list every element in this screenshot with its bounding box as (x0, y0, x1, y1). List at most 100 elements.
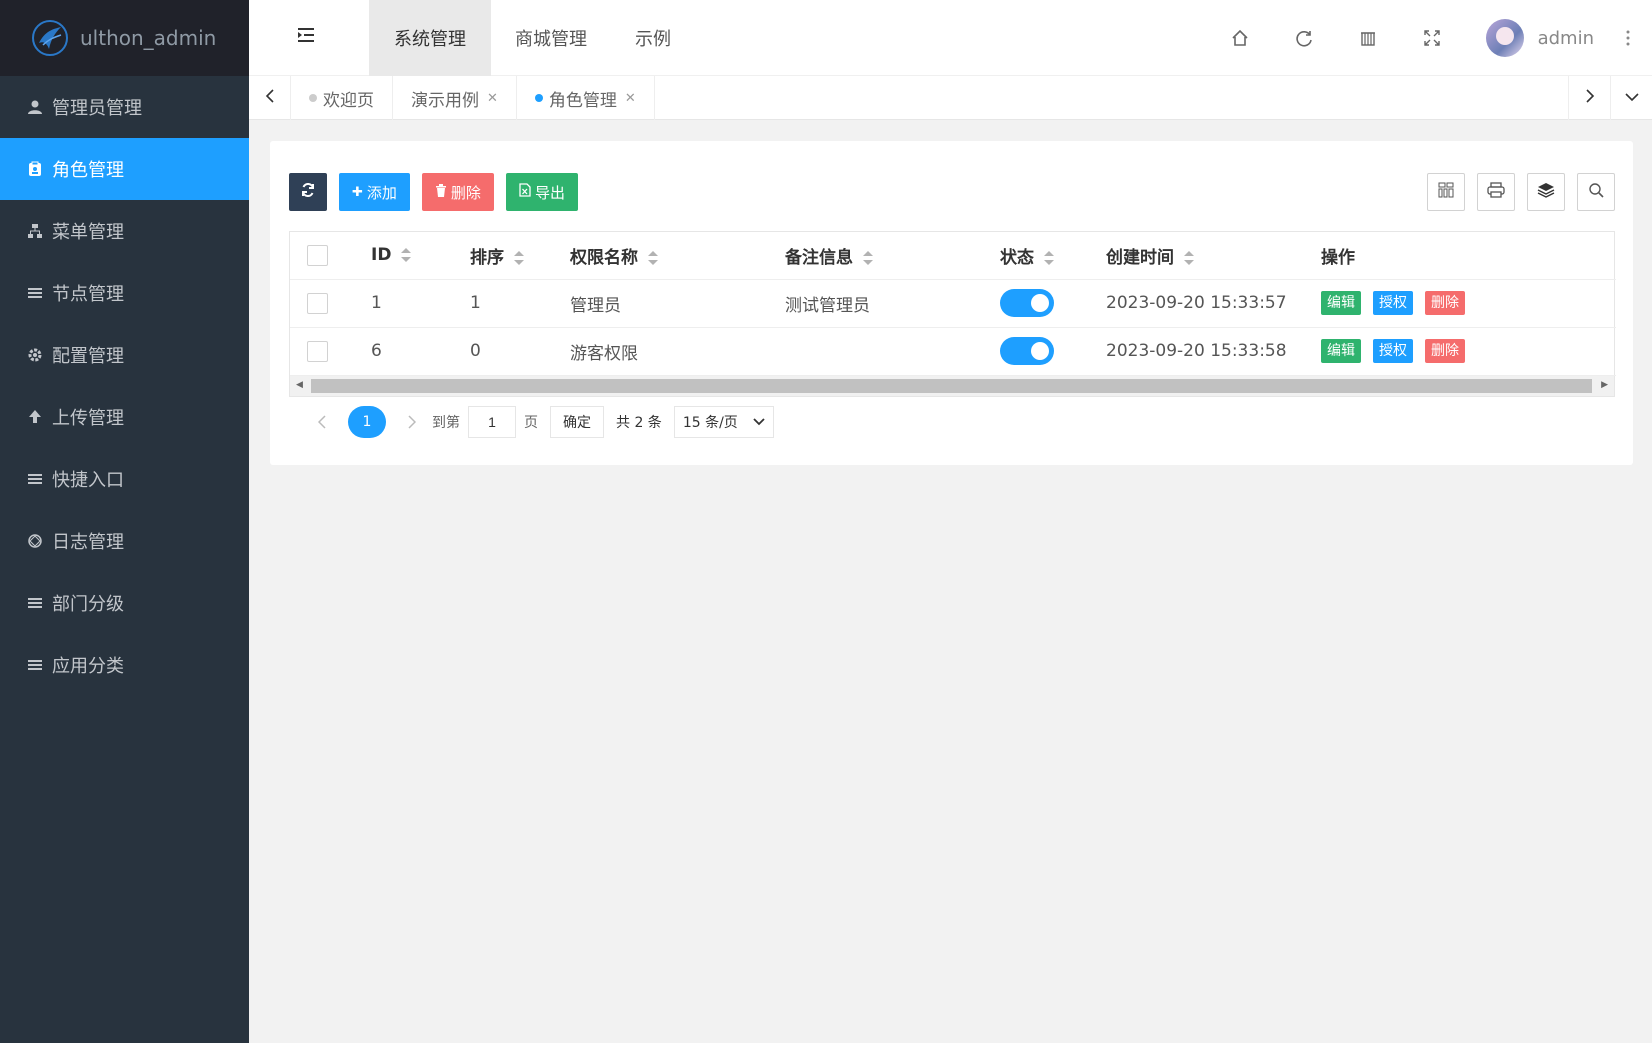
home-icon[interactable] (1229, 27, 1251, 49)
goto-page-input[interactable] (468, 406, 516, 438)
file-excel-icon (519, 183, 531, 201)
prev-page-button[interactable] (310, 407, 334, 437)
chevron-down-icon (753, 414, 765, 430)
column-header-name[interactable]: 权限名称 (553, 232, 768, 280)
cell-actions: 编辑 授权 删除 (1304, 327, 1616, 376)
delete-label: 删除 (450, 183, 481, 202)
row-delete-button[interactable]: 删除 (1425, 291, 1465, 315)
cell-status (983, 279, 1089, 328)
cell-status (983, 327, 1089, 376)
sidebar-item-shortcut[interactable]: 快捷入口 (0, 448, 249, 510)
tab-scroll-right-button[interactable] (1568, 76, 1610, 120)
column-label: 状态 (1000, 247, 1034, 268)
goto-label: 到第 (432, 415, 460, 431)
scroll-right-icon[interactable]: ▶ (1601, 380, 1608, 390)
refresh-button[interactable] (289, 173, 327, 211)
grid-icon (1438, 182, 1454, 202)
nav-shop[interactable]: 商城管理 (491, 0, 611, 76)
column-label: 备注信息 (785, 247, 853, 268)
row-delete-button[interactable]: 删除 (1425, 339, 1465, 363)
print-button[interactable] (1477, 173, 1515, 211)
sort-icon[interactable] (1184, 250, 1194, 265)
row-checkbox[interactable] (307, 340, 328, 362)
sidebar-item-label: 快捷入口 (52, 470, 124, 491)
sidebar-item-config[interactable]: 配置管理 (0, 324, 249, 386)
logo[interactable]: ulthon_admin (0, 0, 249, 76)
gear-icon (26, 346, 44, 364)
clear-cache-icon[interactable] (1357, 27, 1379, 49)
sort-icon[interactable] (1044, 250, 1054, 265)
nav-example[interactable]: 示例 (611, 0, 695, 76)
columns-filter-button[interactable] (1427, 173, 1465, 211)
row-checkbox[interactable] (307, 292, 328, 314)
user-name[interactable]: admin (1538, 28, 1594, 49)
page-number-current[interactable]: 1 (348, 406, 386, 438)
cell-id: 1 (354, 279, 453, 328)
tab-role[interactable]: 角色管理 ✕ (517, 76, 655, 120)
tab-strip: 欢迎页 演示用例 ✕ 角色管理 ✕ (249, 76, 1652, 120)
authorize-button[interactable]: 授权 (1373, 291, 1413, 315)
column-label: 权限名称 (570, 247, 638, 268)
close-icon[interactable]: ✕ (487, 91, 498, 106)
page-size-value: 15 条/页 (682, 415, 738, 431)
column-header-status[interactable]: 状态 (983, 232, 1089, 280)
authorize-button[interactable]: 授权 (1373, 339, 1413, 363)
more-icon[interactable] (1624, 27, 1632, 49)
tab-dot (309, 94, 317, 102)
sidebar-item-log[interactable]: 日志管理 (0, 510, 249, 572)
select-all-checkbox[interactable] (307, 244, 328, 266)
sort-icon[interactable] (648, 250, 658, 265)
delete-button[interactable]: 删除 (421, 173, 494, 211)
top-nav: 系统管理 商城管理 示例 (369, 0, 695, 76)
sort-icon[interactable] (514, 250, 524, 265)
search-icon (1588, 182, 1604, 202)
sidebar-item-admin[interactable]: 管理员管理 (0, 76, 249, 138)
header-tools: admin (1208, 0, 1652, 76)
tabs: 欢迎页 演示用例 ✕ 角色管理 ✕ (291, 76, 655, 120)
sidebar-item-node[interactable]: 节点管理 (0, 262, 249, 324)
refresh-icon[interactable] (1293, 27, 1315, 49)
scroll-left-icon[interactable]: ◀ (296, 380, 303, 390)
tab-menu-button[interactable] (1610, 76, 1652, 120)
sidebar-item-menu[interactable]: 菜单管理 (0, 200, 249, 262)
sidebar-toggle-button[interactable] (291, 22, 321, 52)
edit-button[interactable]: 编辑 (1321, 339, 1361, 363)
sidebar-item-app-category[interactable]: 应用分类 (0, 634, 249, 696)
goto-confirm-button[interactable]: 确定 (550, 406, 604, 438)
sidebar-item-role[interactable]: 角色管理 (0, 138, 249, 200)
page-size-select[interactable]: 15 条/页 (673, 406, 774, 438)
status-toggle[interactable] (1000, 289, 1054, 317)
row-select-cell (290, 327, 354, 376)
column-header-remark[interactable]: 备注信息 (768, 232, 983, 280)
tab-demo[interactable]: 演示用例 ✕ (393, 76, 517, 120)
sidebar-item-department[interactable]: 部门分级 (0, 572, 249, 634)
sort-icon[interactable] (863, 250, 873, 265)
column-header-created[interactable]: 创建时间 (1089, 232, 1304, 280)
close-icon[interactable]: ✕ (625, 91, 636, 106)
scrollbar-thumb[interactable] (311, 378, 1592, 393)
nav-system[interactable]: 系统管理 (369, 0, 491, 76)
edit-button[interactable]: 编辑 (1321, 291, 1361, 315)
toolbar: ✚ 添加 删除 导出 (289, 173, 590, 211)
list-icon (26, 594, 44, 612)
fullscreen-icon[interactable] (1421, 27, 1443, 49)
sort-icon[interactable] (401, 248, 412, 263)
add-button[interactable]: ✚ 添加 (339, 173, 410, 211)
search-button[interactable] (1577, 173, 1615, 211)
list-icon (26, 470, 44, 488)
column-header-sort[interactable]: 排序 (453, 232, 553, 280)
next-page-button[interactable] (400, 407, 424, 437)
table-row: 6 0 游客权限 2023-09-20 15:33:58 编辑 授权 删除 (290, 327, 1616, 376)
sidebar-item-upload[interactable]: 上传管理 (0, 386, 249, 448)
sidebar-item-label: 上传管理 (52, 408, 124, 429)
export-table-button[interactable] (1527, 173, 1565, 211)
list-icon (26, 284, 44, 302)
horizontal-scrollbar[interactable]: ◀ ▶ (290, 375, 1614, 396)
export-button[interactable]: 导出 (505, 173, 578, 211)
tab-scroll-left-button[interactable] (249, 76, 291, 120)
user-icon (26, 98, 44, 116)
column-header-id[interactable]: ID (354, 232, 453, 280)
tab-welcome[interactable]: 欢迎页 (291, 76, 393, 120)
avatar[interactable] (1485, 19, 1524, 57)
status-toggle[interactable] (1000, 337, 1054, 365)
